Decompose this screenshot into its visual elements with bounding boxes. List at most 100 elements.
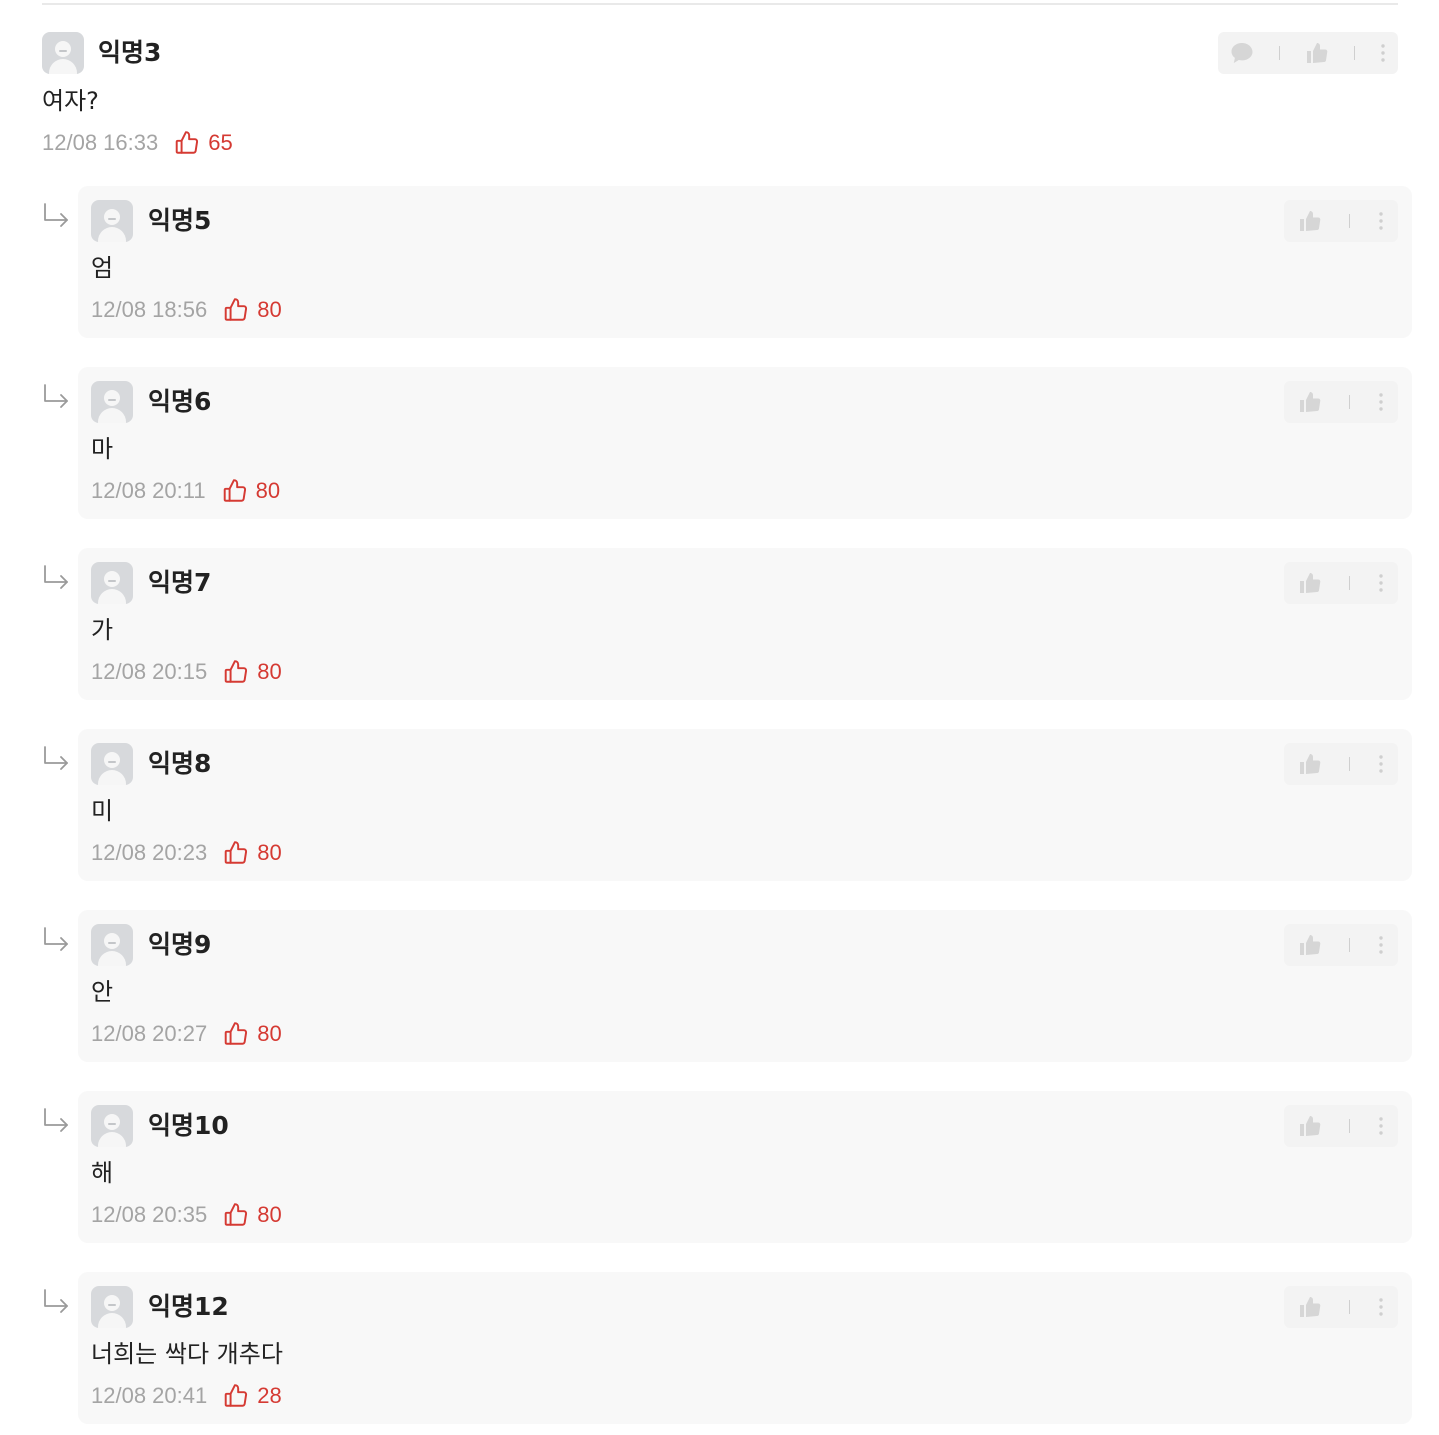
reply-actions (1284, 381, 1398, 423)
reply-nickname: 익명8 (148, 749, 212, 778)
reply-comment: 익명5 엄 12/08 18:56 80 (0, 186, 1439, 338)
reply-text: 엄 (91, 254, 114, 282)
reply-arrow-icon (42, 383, 70, 409)
reply-time: 12/08 20:35 (91, 1202, 208, 1227)
top-divider (42, 3, 1398, 5)
reply-box: 익명5 엄 12/08 18:56 80 (78, 186, 1412, 338)
like-count: 80 (257, 659, 282, 684)
more-vertical-icon[interactable] (1378, 1297, 1384, 1317)
reply-text: 안 (91, 978, 114, 1006)
more-vertical-icon[interactable] (1380, 43, 1386, 63)
reply-nickname: 익명10 (148, 1111, 229, 1140)
reply-arrow-icon (42, 926, 70, 952)
reply-meta: 12/08 20:41 28 (91, 1381, 282, 1411)
reply-box: 익명6 마 12/08 20:11 80 (78, 367, 1412, 519)
more-vertical-icon[interactable] (1378, 392, 1384, 412)
vote-button[interactable] (1298, 209, 1322, 233)
reply-nickname: 익명12 (148, 1292, 229, 1321)
reply-meta: 12/08 20:35 80 (91, 1200, 282, 1230)
vote-button[interactable] (1298, 1295, 1322, 1319)
avatar-icon (42, 32, 84, 74)
reply-actions (1284, 743, 1398, 785)
vote-button[interactable] (1298, 571, 1322, 595)
like-count: 65 (208, 130, 233, 155)
vote-button[interactable] (1305, 41, 1329, 65)
reply-arrow-icon (42, 1288, 70, 1314)
reply-time: 12/08 20:15 (91, 659, 208, 684)
vote-button[interactable] (1298, 933, 1322, 957)
like-icon (223, 1021, 249, 1047)
reply-nickname: 익명5 (148, 206, 212, 235)
like-icon (174, 130, 200, 156)
reply-meta: 12/08 20:27 80 (91, 1019, 282, 1049)
reply-meta: 12/08 20:11 80 (91, 476, 280, 506)
reply-arrow-icon (42, 564, 70, 590)
reply-actions (1284, 200, 1398, 242)
reply-text: 가 (91, 616, 114, 644)
reply-text: 미 (91, 797, 114, 825)
reply-box: 익명12 너희는 싹다 개추다 12/08 20:41 28 (78, 1272, 1412, 1424)
comment-nickname: 익명3 (98, 38, 162, 67)
reply-box: 익명9 안 12/08 20:27 80 (78, 910, 1412, 1062)
like-count: 80 (257, 840, 282, 865)
reply-comment: 익명9 안 12/08 20:27 80 (0, 910, 1439, 1062)
reply-meta: 12/08 20:23 80 (91, 838, 282, 868)
like-count: 80 (255, 478, 281, 503)
reply-nickname: 익명6 (148, 387, 212, 416)
reply-nickname: 익명7 (148, 568, 212, 597)
like-count: 80 (257, 297, 282, 322)
like-count: 80 (257, 1202, 282, 1227)
reply-text: 해 (91, 1159, 114, 1187)
more-vertical-icon[interactable] (1378, 1116, 1384, 1136)
comment-text: 여자? (42, 87, 99, 115)
more-vertical-icon[interactable] (1378, 935, 1384, 955)
avatar-icon (91, 743, 133, 785)
comment-actions (1218, 32, 1398, 74)
like-icon (223, 840, 249, 866)
reply-actions (1284, 562, 1398, 604)
like-icon (223, 659, 249, 685)
vote-button[interactable] (1298, 390, 1322, 414)
reply-box: 익명8 미 12/08 20:23 80 (78, 729, 1412, 881)
reply-actions (1284, 1286, 1398, 1328)
reply-time: 12/08 20:11 (91, 478, 206, 503)
reply-arrow-icon (42, 745, 70, 771)
reply-arrow-icon (42, 202, 70, 228)
reply-time: 12/08 20:23 (91, 840, 208, 865)
comment-meta: 12/08 16:33 65 (42, 128, 233, 158)
reply-arrow-icon (42, 1107, 70, 1133)
parent-comment: 익명3 여자? 12/08 16:33 65 (42, 32, 1398, 162)
like-icon (223, 1383, 249, 1409)
speech-bubble-icon[interactable] (1230, 42, 1254, 64)
more-vertical-icon[interactable] (1378, 754, 1384, 774)
reply-box: 익명7 가 12/08 20:15 80 (78, 548, 1412, 700)
reply-comment: 익명8 미 12/08 20:23 80 (0, 729, 1439, 881)
vote-button[interactable] (1298, 1114, 1322, 1138)
reply-time: 12/08 18:56 (91, 297, 208, 322)
reply-meta: 12/08 18:56 80 (91, 295, 282, 325)
reply-box: 익명10 해 12/08 20:35 80 (78, 1091, 1412, 1243)
vote-button[interactable] (1298, 752, 1322, 776)
reply-comment: 익명6 마 12/08 20:11 80 (0, 367, 1439, 519)
more-vertical-icon[interactable] (1378, 211, 1384, 231)
reply-text: 너희는 싹다 개추다 (91, 1340, 283, 1368)
reply-time: 12/08 20:27 (91, 1021, 208, 1046)
avatar-icon (91, 381, 133, 423)
more-vertical-icon[interactable] (1378, 573, 1384, 593)
comment-time: 12/08 16:33 (42, 130, 159, 155)
reply-actions (1284, 924, 1398, 966)
reply-nickname: 익명9 (148, 930, 212, 959)
reply-actions (1284, 1105, 1398, 1147)
reply-comment: 익명7 가 12/08 20:15 80 (0, 548, 1439, 700)
reply-text: 마 (91, 435, 114, 463)
avatar-icon (91, 924, 133, 966)
reply-comment: 익명12 너희는 싹다 개추다 12/08 20:41 28 (0, 1272, 1439, 1424)
reply-time: 12/08 20:41 (91, 1383, 208, 1408)
like-icon (223, 297, 249, 323)
like-icon (222, 478, 248, 504)
like-icon (223, 1202, 249, 1228)
reply-comment: 익명10 해 12/08 20:35 80 (0, 1091, 1439, 1243)
like-count: 80 (257, 1021, 282, 1046)
avatar-icon (91, 200, 133, 242)
like-count: 28 (257, 1383, 282, 1408)
